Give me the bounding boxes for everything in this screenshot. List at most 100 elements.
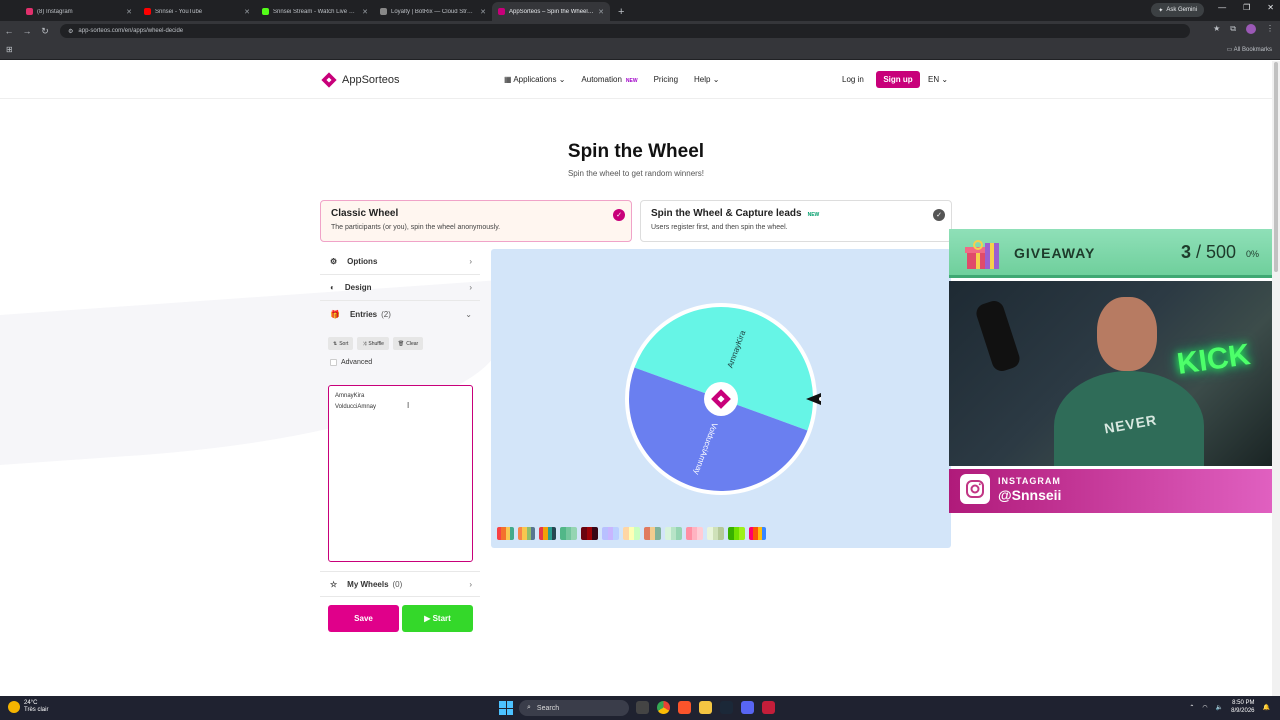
spin-wheel[interactable]: AmnayKira VolducciAmnay bbox=[621, 299, 821, 499]
browser-tab[interactable]: AppSorteos – Spin the Wheel (F ✕ bbox=[492, 2, 610, 21]
site-logo[interactable]: AppSorteos bbox=[320, 71, 399, 89]
chrome-icon[interactable] bbox=[657, 701, 670, 714]
language-selector[interactable]: EN ⌄ bbox=[928, 75, 948, 84]
giveaway-total: / 500 bbox=[1196, 242, 1237, 262]
app-icon[interactable] bbox=[762, 701, 775, 714]
windows-start-icon[interactable] bbox=[499, 701, 513, 715]
url-text: app-sorteos.com/en/apps/wheel-decide bbox=[78, 28, 184, 34]
weather-temp: 24°C bbox=[24, 700, 38, 706]
chevron-up-icon[interactable]: ⌃ bbox=[1189, 704, 1194, 711]
apps-grid-icon[interactable]: ⊞ bbox=[6, 45, 13, 54]
shuffle-button[interactable]: ⤨ Shuffle bbox=[357, 337, 389, 350]
discord-icon[interactable] bbox=[741, 701, 754, 714]
taskbar-search[interactable]: ⌕ Search bbox=[519, 700, 629, 716]
tab-title: (8) Instagram bbox=[37, 8, 73, 15]
ask-gemini-label: Ask Gemini bbox=[1166, 7, 1197, 13]
color-palette-swatch[interactable] bbox=[539, 527, 556, 540]
options-label: Options bbox=[347, 257, 378, 266]
classic-wheel-card[interactable]: Classic Wheel The participants (or you),… bbox=[320, 200, 632, 242]
clock[interactable]: 8:50 PM 8/9/2026 bbox=[1231, 699, 1254, 715]
tab-close-icon[interactable]: ✕ bbox=[362, 8, 368, 16]
chevron-down-icon: ⌄ bbox=[558, 75, 566, 84]
tab-favicon-icon bbox=[262, 8, 269, 15]
url-input[interactable]: ⚙ app-sorteos.com/en/apps/wheel-decide bbox=[60, 24, 1190, 38]
color-palette-swatch[interactable] bbox=[497, 527, 514, 540]
scrollbar-thumb[interactable] bbox=[1274, 62, 1278, 272]
weather-widget[interactable]: 24°C Très clair bbox=[8, 700, 48, 714]
entries-count: (2) bbox=[381, 309, 391, 319]
nav-automation[interactable]: Automation NEW bbox=[581, 75, 637, 84]
nav-help[interactable]: Help ⌄ bbox=[694, 75, 719, 84]
tab-close-icon[interactable]: ✕ bbox=[126, 8, 132, 16]
clear-button[interactable]: 🗑 Clear bbox=[392, 337, 424, 350]
new-badge: NEW bbox=[625, 78, 638, 84]
ask-gemini-button[interactable]: ✦ Ask Gemini bbox=[1151, 3, 1204, 17]
signup-button[interactable]: Sign up bbox=[876, 71, 920, 88]
giveaway-percent: 0% bbox=[1246, 249, 1260, 259]
browser-tab[interactable]: Snnsei - YouTube ✕ bbox=[138, 2, 256, 21]
color-palette-swatch[interactable] bbox=[560, 527, 577, 540]
maximize-icon[interactable]: ❐ bbox=[1243, 3, 1250, 12]
entries-accordion[interactable]: 🎁 Entries (2) ⌄ bbox=[320, 301, 480, 327]
address-bar-row: ← → ↻ ⚙ app-sorteos.com/en/apps/wheel-de… bbox=[0, 21, 1280, 41]
clock-time: 8:50 PM bbox=[1232, 700, 1255, 706]
color-palette-swatch[interactable] bbox=[644, 527, 661, 540]
color-palette-swatch[interactable] bbox=[749, 527, 766, 540]
advanced-toggle[interactable]: Advanced bbox=[320, 350, 480, 366]
my-wheels-count: (0) bbox=[392, 579, 403, 589]
file-explorer-icon[interactable] bbox=[699, 701, 712, 714]
bookmark-star-icon[interactable]: ★ bbox=[1213, 24, 1220, 34]
my-wheels-label: My Wheels bbox=[347, 579, 389, 589]
all-bookmarks-link[interactable]: ▭ All Bookmarks bbox=[1227, 46, 1272, 53]
color-palette-swatch[interactable] bbox=[665, 527, 682, 540]
start-button[interactable]: ▶ Start bbox=[402, 605, 473, 632]
save-button[interactable]: Save bbox=[328, 605, 399, 632]
color-palette-swatch[interactable] bbox=[581, 527, 598, 540]
brave-icon[interactable] bbox=[678, 701, 691, 714]
entries-textarea[interactable]: AmnayKira VolducciAmnay I bbox=[328, 385, 473, 562]
color-palette-swatch[interactable] bbox=[602, 527, 619, 540]
task-view-icon[interactable] bbox=[636, 701, 649, 714]
reload-icon[interactable]: ↻ bbox=[36, 26, 54, 37]
capture-leads-card[interactable]: Spin the Wheel & Capture leads NEW Users … bbox=[640, 200, 952, 242]
tab-favicon-icon bbox=[498, 8, 505, 15]
window-controls: — ❐ ✕ bbox=[1218, 3, 1274, 12]
back-icon[interactable]: ← bbox=[0, 26, 18, 36]
new-tab-button[interactable]: + bbox=[610, 2, 632, 21]
tab-close-icon[interactable]: ✕ bbox=[244, 8, 250, 16]
color-palette-swatch[interactable] bbox=[623, 527, 640, 540]
wifi-icon[interactable]: ◠ bbox=[1202, 704, 1207, 711]
steam-icon[interactable] bbox=[720, 701, 733, 714]
tab-close-icon[interactable]: ✕ bbox=[598, 8, 604, 16]
color-palette-swatch[interactable] bbox=[686, 527, 703, 540]
menu-icon[interactable]: ⋮ bbox=[1266, 24, 1274, 34]
tab-favicon-icon bbox=[144, 8, 151, 15]
tab-strip: (8) Instagram ✕ Snnsei - YouTube ✕ Snnsei St… bbox=[0, 0, 1280, 21]
page-title: Spin the Wheel bbox=[567, 141, 705, 162]
system-tray: ⌃ ◠ 🔈 8:50 PM 8/9/2026 🔔 bbox=[1189, 699, 1270, 715]
my-wheels-accordion[interactable]: ☆ My Wheels (0) › bbox=[320, 571, 480, 597]
browser-tab[interactable]: Loyalty | BotRix — Cloud Stream ✕ bbox=[374, 2, 492, 21]
nav-applications[interactable]: ▦ Applications ⌄ bbox=[504, 75, 565, 84]
forward-icon[interactable]: → bbox=[18, 26, 36, 36]
color-palette-swatch[interactable] bbox=[707, 527, 724, 540]
close-window-icon[interactable]: ✕ bbox=[1267, 3, 1274, 12]
minimize-icon[interactable]: — bbox=[1218, 3, 1226, 12]
volume-icon[interactable]: 🔈 bbox=[1216, 704, 1223, 711]
login-link[interactable]: Log in bbox=[842, 75, 864, 84]
advanced-checkbox[interactable] bbox=[330, 359, 337, 366]
nav-pricing[interactable]: Pricing bbox=[654, 75, 678, 84]
options-accordion[interactable]: ⚙ Options › bbox=[320, 249, 480, 275]
site-info-icon[interactable]: ⚙ bbox=[68, 28, 73, 35]
color-palette-swatch[interactable] bbox=[728, 527, 745, 540]
tab-title: Snnsei Stream - Watch Live on Kick bbox=[273, 8, 358, 15]
tab-close-icon[interactable]: ✕ bbox=[480, 8, 486, 16]
color-palette-swatch[interactable] bbox=[518, 527, 535, 540]
profile-avatar[interactable] bbox=[1246, 24, 1256, 34]
browser-tab[interactable]: (8) Instagram ✕ bbox=[20, 2, 138, 21]
extensions-icon[interactable]: ⧉ bbox=[1230, 24, 1236, 34]
notification-bell-icon[interactable]: 🔔 bbox=[1263, 704, 1270, 711]
sort-button[interactable]: ⇅ Sort bbox=[328, 337, 354, 350]
design-accordion[interactable]: ◐ Design › bbox=[320, 275, 480, 301]
browser-tab[interactable]: Snnsei Stream - Watch Live on Kick ✕ bbox=[256, 2, 374, 21]
